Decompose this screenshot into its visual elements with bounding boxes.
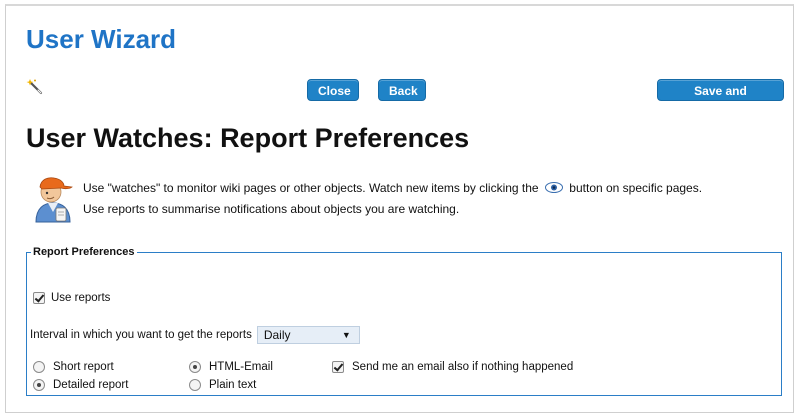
html-email-radio[interactable] bbox=[189, 361, 201, 373]
short-report-option[interactable]: Short report bbox=[33, 361, 114, 373]
short-report-radio[interactable] bbox=[33, 361, 45, 373]
short-report-label[interactable]: Short report bbox=[53, 361, 114, 373]
intro-line-1: Use "watches" to monitor wiki pages or o… bbox=[83, 178, 702, 199]
plain-text-radio[interactable] bbox=[189, 379, 201, 391]
detailed-report-label[interactable]: Detailed report bbox=[53, 379, 128, 391]
fieldset-legend: Report Preferences bbox=[33, 246, 135, 258]
page-title: User Watches: Report Preferences bbox=[26, 123, 470, 153]
plain-text-label[interactable]: Plain text bbox=[209, 379, 256, 391]
detailed-report-radio[interactable] bbox=[33, 379, 45, 391]
interval-row: Interval in which you want to get the re… bbox=[30, 326, 360, 344]
wand-icon bbox=[26, 79, 43, 95]
html-email-option[interactable]: HTML-Email bbox=[189, 361, 273, 373]
intro-text: Use "watches" to monitor wiki pages or o… bbox=[83, 178, 702, 220]
eye-icon bbox=[544, 182, 563, 193]
html-email-label[interactable]: HTML-Email bbox=[209, 361, 273, 373]
intro-line-2: Use reports to summarise notifications a… bbox=[83, 202, 460, 216]
close-button[interactable]: Close bbox=[307, 79, 359, 101]
back-button[interactable]: Back bbox=[378, 79, 426, 101]
use-reports-row[interactable]: Use reports bbox=[33, 292, 110, 304]
always-email-checkbox[interactable] bbox=[332, 361, 344, 373]
always-email-row[interactable]: Send me an email also if nothing happene… bbox=[332, 361, 573, 373]
interval-label: Interval in which you want to get the re… bbox=[30, 329, 252, 341]
use-reports-label[interactable]: Use reports bbox=[51, 292, 110, 304]
intro-line-1-end: button on specific pages. bbox=[569, 181, 703, 195]
plain-text-option[interactable]: Plain text bbox=[189, 379, 256, 391]
interval-select[interactable]: Daily ▼ bbox=[256, 326, 360, 344]
intro-line-1-start: Use "watches" to monitor wiki pages or o… bbox=[83, 181, 539, 195]
wizard-title: User Wizard bbox=[26, 24, 177, 54]
report-preferences-fieldset: Report Preferences bbox=[26, 246, 782, 396]
detailed-report-option[interactable]: Detailed report bbox=[33, 379, 128, 391]
user-icon bbox=[35, 177, 73, 223]
save-and-continue-button[interactable]: Save and Continue bbox=[657, 79, 784, 120]
always-email-label[interactable]: Send me an email also if nothing happene… bbox=[352, 361, 573, 373]
interval-selected-value: Daily bbox=[263, 328, 291, 342]
dropdown-arrow-icon: ▼ bbox=[341, 330, 351, 340]
use-reports-checkbox[interactable] bbox=[33, 292, 45, 304]
